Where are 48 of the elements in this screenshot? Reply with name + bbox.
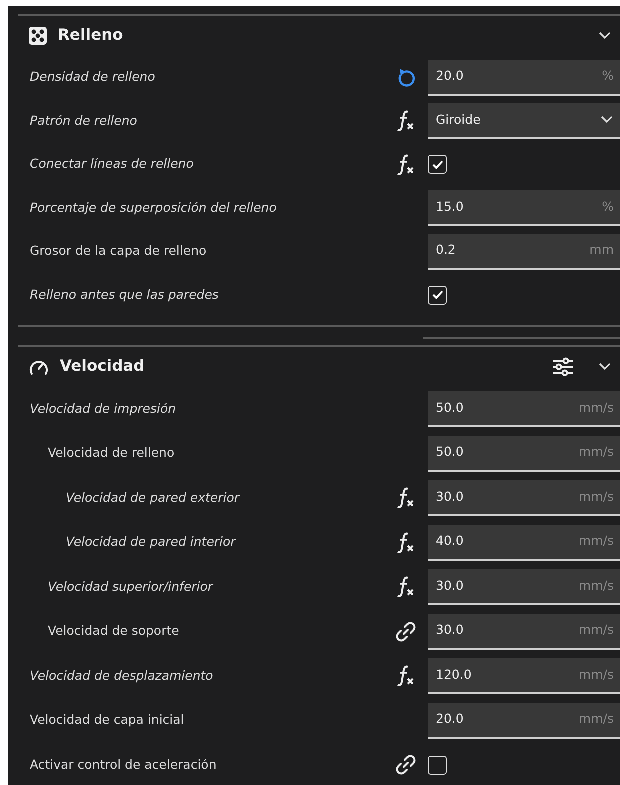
function-icon[interactable]	[397, 665, 415, 688]
checkbox[interactable]	[428, 286, 447, 305]
function-icon[interactable]	[397, 576, 415, 598]
setting-label: Relleno antes que las paredes	[29, 286, 220, 304]
setting-label: Velocidad de capa inicial	[29, 711, 186, 730]
function-icon[interactable]	[397, 154, 415, 176]
setting-label: Velocidad de soporte	[47, 622, 180, 640]
setting-label: Porcentaje de superposición del relleno	[29, 198, 278, 217]
chevron-down-icon[interactable]	[598, 31, 612, 41]
number-field[interactable]: 0.2 mm	[428, 234, 620, 270]
number-field[interactable]: 30.0 mm/s	[428, 569, 620, 606]
checkmark-icon	[432, 160, 444, 170]
setting-label: Patrón de relleno	[29, 112, 138, 130]
setting-label: Conectar líneas de relleno	[29, 155, 195, 174]
settings-icon[interactable]	[552, 357, 574, 377]
number-field[interactable]: 20.0 mm/s	[428, 702, 620, 739]
function-icon[interactable]	[397, 532, 415, 554]
infill-icon	[28, 26, 48, 46]
reset-icon[interactable]	[396, 66, 416, 89]
setting-label: Activar control de aceleración	[29, 756, 218, 774]
number-field[interactable]: 40.0 mm/s	[428, 524, 620, 561]
checkmark-icon	[432, 290, 444, 300]
setting-label: Velocidad de pared interior	[65, 533, 238, 552]
number-field[interactable]: 50.0 mm/s	[428, 436, 620, 472]
setting-label: Velocidad de pared exterior	[65, 488, 242, 507]
chevron-down-icon[interactable]	[598, 362, 612, 372]
setting-label: Velocidad de relleno	[47, 444, 176, 462]
number-field[interactable]: 20.0 %	[428, 60, 620, 96]
chevron-down-icon	[600, 115, 614, 126]
checkbox[interactable]	[428, 756, 447, 775]
section-title: Velocidad	[60, 356, 145, 378]
setting-label: Densidad de relleno	[29, 68, 156, 86]
function-icon[interactable]	[397, 487, 415, 510]
number-field[interactable]: 50.0 mm/s	[428, 391, 620, 428]
dropdown[interactable]: Giroide	[428, 103, 620, 140]
setting-label: Velocidad de desplazamiento	[29, 666, 214, 685]
number-field[interactable]: 120.0 mm/s	[428, 658, 620, 694]
link-icon[interactable]	[395, 754, 417, 776]
setting-label: Velocidad superior/inferior	[47, 578, 215, 596]
section-title: Relleno	[58, 25, 124, 46]
number-field[interactable]: 30.0 mm/s	[428, 614, 620, 650]
link-icon[interactable]	[395, 620, 417, 643]
setting-label: Grosor de la capa de relleno	[29, 242, 208, 260]
checkbox[interactable]	[428, 155, 447, 174]
function-icon[interactable]	[397, 110, 415, 132]
number-field[interactable]: 30.0 mm/s	[428, 480, 620, 516]
setting-label: Velocidad de impresión	[29, 400, 178, 418]
number-field[interactable]: 15.0 %	[428, 190, 620, 226]
